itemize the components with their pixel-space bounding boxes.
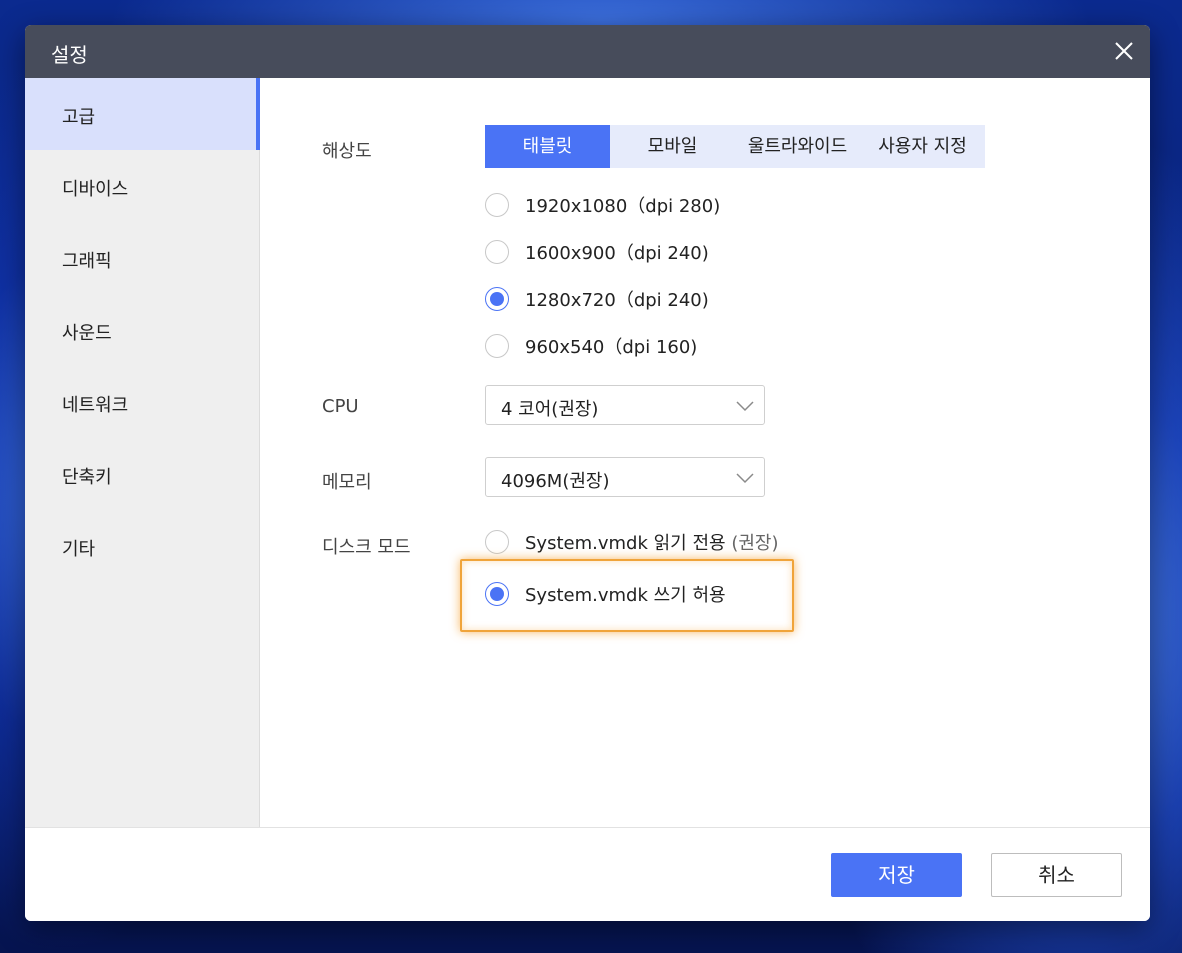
sidebar-item-label: 네트워크 — [62, 395, 129, 416]
tab-custom[interactable]: 사용자 지정 — [860, 125, 985, 168]
sidebar-item-device[interactable]: 디바이스 — [25, 150, 259, 222]
memory-select-value: 4096M(권장) — [501, 471, 610, 492]
sidebar-item-network[interactable]: 네트워크 — [25, 366, 259, 438]
recommended-hint: (권장) — [731, 533, 779, 554]
radio-label: 960x540（dpi 160) — [525, 337, 698, 358]
sidebar-item-label: 그래픽 — [62, 251, 112, 272]
sidebar: 고급 디바이스 그래픽 사운드 네트워크 단축키 기타 — [25, 78, 260, 827]
cpu-label: CPU — [322, 396, 359, 417]
radio-label: 1920x1080（dpi 280) — [525, 196, 721, 217]
radio-button[interactable] — [485, 240, 509, 264]
radio-label: 1280x720（dpi 240) — [525, 290, 709, 311]
tab-tablet[interactable]: 태블릿 — [485, 125, 610, 168]
tab-ultrawide[interactable]: 울트라와이드 — [735, 125, 860, 168]
chevron-down-icon — [736, 470, 754, 484]
save-button[interactable]: 저장 — [831, 853, 962, 897]
sidebar-item-advanced[interactable]: 고급 — [25, 78, 260, 150]
tab-mobile[interactable]: 모바일 — [610, 125, 735, 168]
sidebar-item-graphics[interactable]: 그래픽 — [25, 222, 259, 294]
radio-button-selected[interactable] — [485, 582, 509, 606]
sidebar-item-label: 단축키 — [62, 467, 112, 488]
cancel-button[interactable]: 취소 — [991, 853, 1122, 897]
dialog-title: 설정 — [51, 43, 88, 67]
settings-content: 해상도 태블릿 모바일 울트라와이드 사용자 지정 1920x1080（dpi … — [260, 78, 1150, 827]
sidebar-item-other[interactable]: 기타 — [25, 510, 259, 582]
cpu-select-value: 4 코어(권장) — [501, 399, 599, 420]
sidebar-item-sound[interactable]: 사운드 — [25, 294, 259, 366]
close-icon[interactable] — [1112, 39, 1136, 63]
radio-button-selected[interactable] — [485, 287, 509, 311]
radio-label: System.vmdk 쓰기 허용 — [525, 585, 726, 606]
sidebar-item-shortcuts[interactable]: 단축키 — [25, 438, 259, 510]
dialog-footer: 저장 취소 — [25, 827, 1150, 921]
title-bar: 설정 — [25, 25, 1150, 78]
sidebar-item-label: 기타 — [62, 539, 96, 560]
sidebar-item-label: 사운드 — [62, 323, 112, 344]
resolution-label: 해상도 — [322, 141, 372, 162]
memory-label: 메모리 — [322, 472, 372, 493]
radio-button[interactable] — [485, 334, 509, 358]
resolution-tabs: 태블릿 모바일 울트라와이드 사용자 지정 — [485, 125, 985, 168]
settings-dialog: 설정 고급 디바이스 그래픽 사운드 네트워크 단축키 기타 해상도 태블릿 모… — [25, 25, 1150, 921]
chevron-down-icon — [736, 398, 754, 412]
radio-button[interactable] — [485, 193, 509, 217]
sidebar-item-label: 고급 — [62, 107, 96, 128]
cpu-select[interactable]: 4 코어(권장) — [485, 385, 765, 425]
disk-mode-label: 디스크 모드 — [322, 537, 411, 558]
sidebar-item-label: 디바이스 — [62, 179, 129, 200]
radio-label: 1600x900（dpi 240) — [525, 243, 709, 264]
disk-readonly-label: System.vmdk 읽기 전용 — [525, 533, 726, 554]
radio-button[interactable] — [485, 530, 509, 554]
radio-label: System.vmdk 읽기 전용 (권장) — [525, 529, 778, 555]
memory-select[interactable]: 4096M(권장) — [485, 457, 765, 497]
